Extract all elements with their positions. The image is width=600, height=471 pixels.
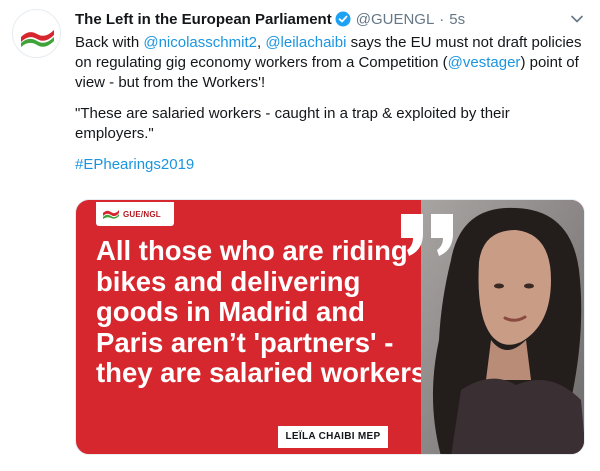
hashtag-paragraph: #EPhearings2019 [75, 155, 585, 175]
tweet-text: Back with @nicolasschmit2, @leilachaibi … [75, 33, 585, 186]
mention-link[interactable]: @nicolasschmit2 [143, 34, 257, 51]
chevron-down-icon[interactable] [570, 12, 584, 26]
author-handle[interactable]: @GUENGL [356, 11, 435, 28]
media-logo: GUE/NGL [96, 202, 174, 226]
tweet[interactable]: The Left in the European Parliament @GUE… [0, 0, 600, 471]
text-segment: Back with [75, 34, 144, 51]
guengl-flag-logo-icon [21, 30, 54, 47]
mention-link[interactable]: @vestager [448, 54, 521, 71]
media-headline: All those who are riding bikes and deliv… [96, 235, 436, 388]
separator-dot: · [439, 10, 445, 28]
tweet-header: The Left in the European Parliament @GUE… [75, 9, 465, 29]
quote-marks-icon [401, 214, 453, 256]
tweet-timestamp[interactable]: 5s [449, 11, 465, 28]
author-display-name[interactable]: The Left in the European Parliament [75, 11, 332, 28]
tweet-quote-paragraph: "These are salaried workers - caught in … [75, 105, 510, 142]
avatar[interactable] [12, 9, 61, 58]
media-attribution: LEÏLA CHAIBI MEP [278, 426, 388, 448]
verified-badge-icon [335, 11, 351, 27]
media-logo-text: GUE/NGL [123, 209, 161, 219]
hashtag-link[interactable]: #EPhearings2019 [75, 156, 194, 173]
media-image[interactable]: GUE/NGL All those who are riding bikes a… [75, 199, 585, 455]
mention-link[interactable]: @leilachaibi [265, 34, 346, 51]
guengl-flag-logo-icon [103, 210, 119, 219]
tweet-paragraph-1: Back with @nicolasschmit2, @leilachaibi … [75, 33, 585, 93]
